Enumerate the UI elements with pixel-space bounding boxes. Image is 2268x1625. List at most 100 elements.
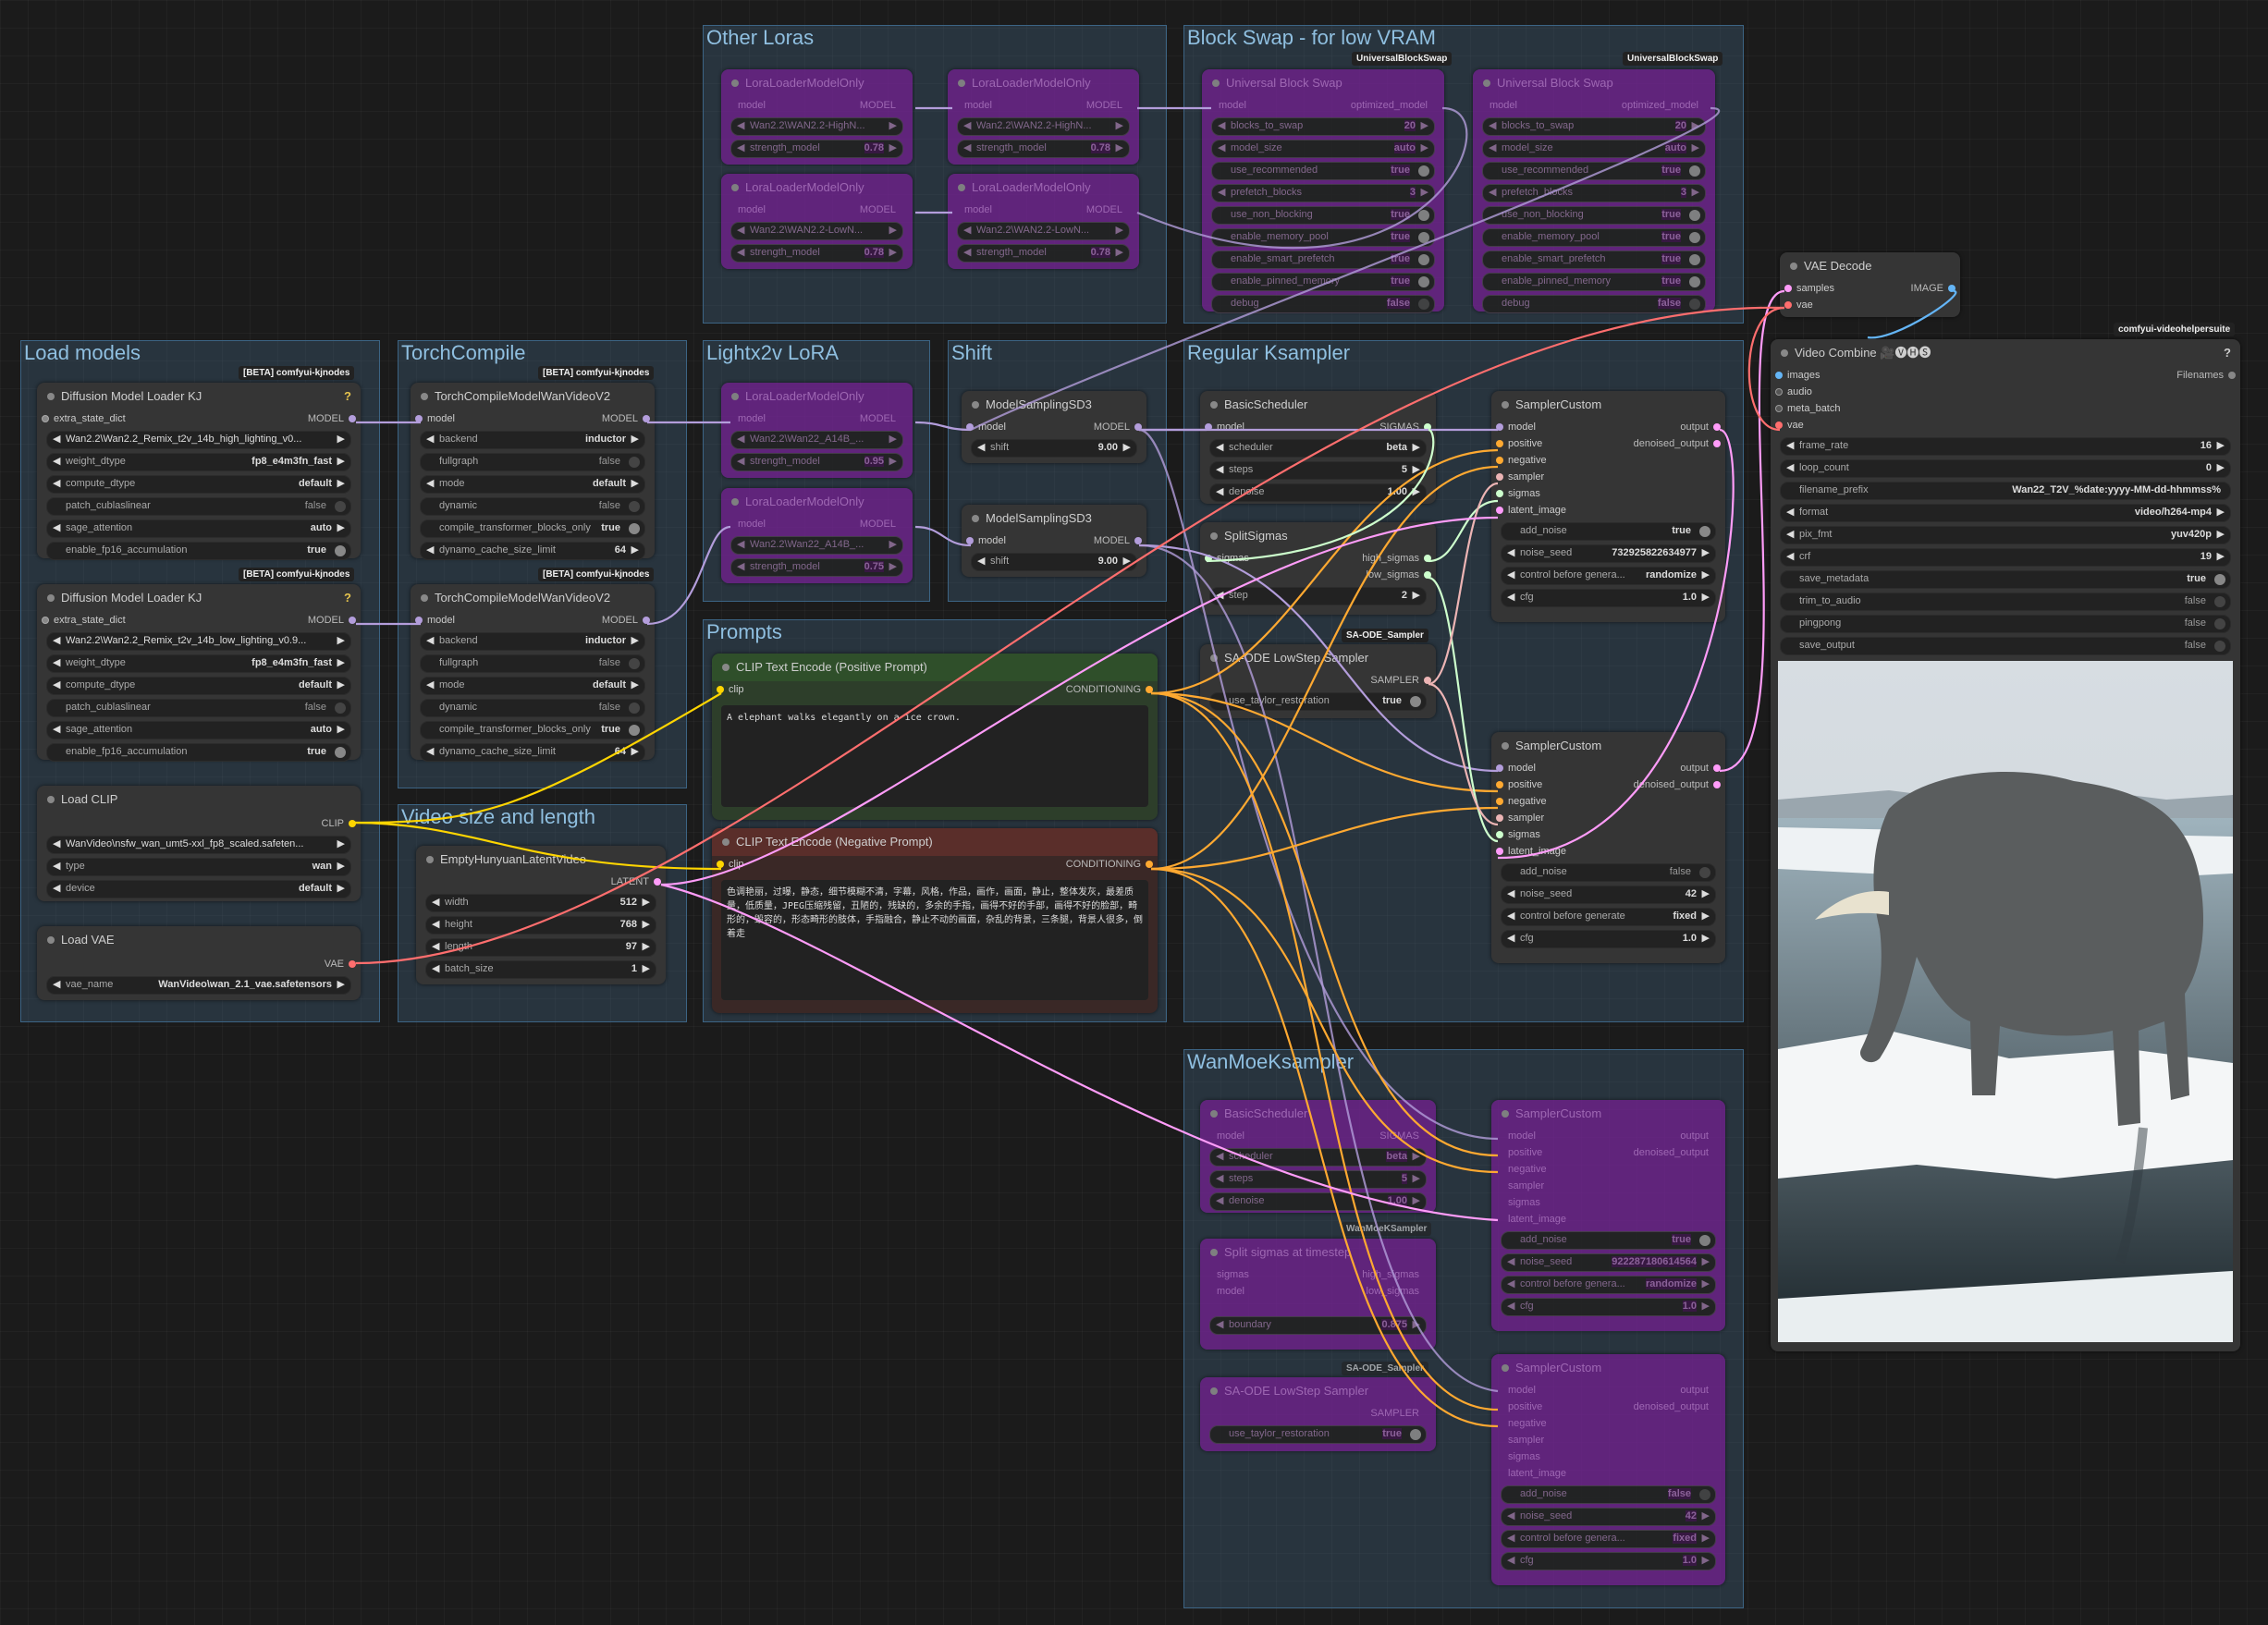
enable-memory-pool-toggle[interactable]: enable_memory_pool true [1482,228,1706,247]
use-non-blocking-toggle[interactable]: use_non_blocking true [1482,206,1706,225]
socket-model-out[interactable]: MODEL [1094,419,1130,435]
denoise-field[interactable]: ◀ denoise 1.00 ▶ [1209,1192,1427,1211]
socket-vae-out[interactable]: VAE [325,956,344,972]
socket-sampler-in[interactable]: sampler [1508,810,1544,826]
length-field[interactable]: ◀ length 97 ▶ [425,938,656,957]
socket-optimized-model-out[interactable]: optimized_model [1622,97,1698,114]
noise-seed-field[interactable]: ◀ noise_seed 42 ▶ [1501,1508,1716,1526]
socket-sigmas-in[interactable]: sigmas [1508,485,1540,502]
weight-dtype-combo[interactable]: ◀ weight_dtype fp8_e4m3fn_fast ▶ [46,453,351,471]
format-combo[interactable]: ◀ format video/h264-mp4 ▶ [1780,504,2231,522]
socket-model-out[interactable]: MODEL [308,612,344,629]
socket-image-out[interactable]: IMAGE [1911,280,1943,297]
model-name-combo[interactable]: ◀ Wan2.2\Wan2.2_Remix_t2v_14b_high_lighti… [46,431,351,449]
patch-cublaslinear-toggle[interactable]: patch_cublaslinear false [46,699,351,717]
socket-extra-state-dict[interactable]: extra_state_dict [54,410,126,427]
socket-sampler-in[interactable]: sampler [1508,1178,1544,1194]
socket-sampler-in[interactable]: sampler [1508,469,1544,485]
sa-ode-sampler-node[interactable]: SA-ODE LowStep Sampler SAMPLER use_taylo… [1200,644,1436,718]
cfg-field[interactable]: ◀ cfg 1.0 ▶ [1501,1552,1716,1570]
lora-loader-node[interactable]: LoraLoaderModelOnly model MODEL ◀ Wan2.2\W… [721,69,913,165]
socket-sampler-out[interactable]: SAMPLER [1370,672,1419,689]
socket-model-out[interactable]: MODEL [308,410,344,427]
wanmoe-sampler-custom-high[interactable]: SamplerCustom model output positive denois… [1491,1100,1725,1331]
steps-field[interactable]: ◀ steps 5 ▶ [1209,1170,1427,1189]
socket-filenames-out[interactable]: Filenames [2176,367,2224,384]
negative-prompt-node[interactable]: CLIP Text Encode (Negative Prompt) clip C… [712,828,1158,1013]
socket-model-in[interactable]: model [427,612,455,629]
sage-attention-combo[interactable]: ◀ sage_attention auto ▶ [46,721,351,739]
lora-name-combo[interactable]: ◀ Wan2.2\WAN2.2-HighN... ▶ [730,117,903,136]
add-noise-toggle[interactable]: add_noise false [1501,1485,1716,1504]
basic-scheduler-node[interactable]: BasicScheduler model SIGMAS ◀ scheduler bet… [1200,391,1436,504]
strength-model-field[interactable]: ◀ strength_model 0.78 ▶ [730,140,903,158]
socket-meta-batch-in[interactable]: meta_batch [1787,400,1840,417]
torch-compile-node-high[interactable]: TorchCompileModelWanVideoV2 model MODEL ◀… [411,383,655,560]
socket-sampler-out[interactable]: SAMPLER [1370,1405,1419,1422]
crf-field[interactable]: ◀ crf 19 ▶ [1780,548,2231,567]
compute-dtype-combo[interactable]: ◀ compute_dtype default ▶ [46,677,351,695]
fullgraph-toggle[interactable]: fullgraph false [420,654,645,673]
socket-high-sigmas-out[interactable]: high_sigmas [1362,1266,1419,1283]
socket-latent-in[interactable]: latent_image [1508,1465,1566,1482]
control-before-generate-combo[interactable]: ◀ control before generate fixed ▶ [1501,908,1716,926]
socket-images-in[interactable]: images [1787,367,1820,384]
socket-conditioning-out[interactable]: CONDITIONING [1066,856,1141,873]
socket-samples-in[interactable]: samples [1796,280,1834,297]
lora-name-combo[interactable]: ◀ Wan2.2\WAN2.2-HighN... ▶ [957,117,1130,136]
steps-field[interactable]: ◀ steps 5 ▶ [1209,461,1427,480]
split-sigmas-node[interactable]: SplitSigmas sigmas high_sigmas low_sigmas… [1200,522,1436,615]
socket-conditioning-out[interactable]: CONDITIONING [1066,681,1141,698]
sampler-custom-low[interactable]: SamplerCustom model output positive denois… [1491,732,1725,963]
scheduler-combo[interactable]: ◀ scheduler beta ▶ [1209,439,1427,458]
denoise-field[interactable]: ◀ denoise 1.00 ▶ [1209,483,1427,502]
enable-pinned-memory-toggle[interactable]: enable_pinned_memory true [1482,273,1706,291]
diffusion-model-loader-high[interactable]: Diffusion Model Loader KJ? extra_state_d… [37,383,361,560]
help-icon[interactable]: ? [344,591,351,605]
socket-clip-out[interactable]: CLIP [322,815,344,832]
wanmoe-sa-ode-sampler-node[interactable]: SA-ODE LowStep Sampler SAMPLER use_taylo… [1200,1377,1436,1451]
height-field[interactable]: ◀ height 768 ▶ [425,916,656,935]
patch-cublaslinear-toggle[interactable]: patch_cublaslinear false [46,497,351,516]
blocks-to-swap-field[interactable]: ◀ blocks_to_swap 20 ▶ [1211,117,1435,136]
control-before-generate-combo[interactable]: ◀ control before genera... randomize ▶ [1501,1276,1716,1294]
socket-clip-in[interactable]: clip [729,856,744,873]
enable-memory-pool-toggle[interactable]: enable_memory_pool true [1211,228,1435,247]
socket-sigmas-in[interactable]: sigmas [1217,550,1249,567]
strength-model-field[interactable]: ◀ strength_model 0.78 ▶ [730,244,903,263]
prefetch-blocks-field[interactable]: ◀ prefetch_blocks 3 ▶ [1211,184,1435,202]
taylor-restoration-toggle[interactable]: use_taylor_restoration true [1209,1425,1427,1444]
sampler-custom-high[interactable]: SamplerCustom model output positive denois… [1491,391,1725,622]
noise-seed-field[interactable]: ◀ noise_seed 732925822634977 ▶ [1501,544,1716,563]
socket-negative-in[interactable]: negative [1508,452,1547,469]
weight-dtype-combo[interactable]: ◀ weight_dtype fp8_e4m3fn_fast ▶ [46,654,351,673]
use-recommended-toggle[interactable]: use_recommended true [1482,162,1706,180]
cache-size-limit-field[interactable]: ◀ dynamo_cache_size_limit 64 ▶ [420,743,645,762]
trim-to-audio-toggle[interactable]: trim_to_audio false [1780,593,2231,611]
socket-model-in[interactable]: model [738,202,766,218]
socket-sigmas-in[interactable]: sigmas [1508,826,1540,843]
enable-smart-prefetch-toggle[interactable]: enable_smart_prefetch true [1211,250,1435,269]
control-before-generate-combo[interactable]: ◀ control before genera... fixed ▶ [1501,1530,1716,1548]
strength-model-field[interactable]: ◀ strength_model 0.95 ▶ [730,453,903,471]
negative-prompt-text[interactable]: 色调艳丽，过曝，静态，细节模糊不清，字幕，风格，作品，画作，画面，静止，整体发灰… [721,880,1148,1000]
pingpong-toggle[interactable]: pingpong false [1780,615,2231,633]
socket-model-out[interactable]: MODEL [860,516,896,532]
socket-model-in[interactable]: model [738,516,766,532]
clip-name-combo[interactable]: ◀ WanVideo\nsfw_wan_umt5-xxl_fp8_scaled.s… [46,836,351,854]
lora-loader-node[interactable]: LoraLoaderModelOnly model MODEL ◀ Wan2.2\W… [948,69,1139,165]
lora-name-combo[interactable]: ◀ Wan2.2\Wan22_A14B_... ▶ [730,431,903,449]
socket-positive-in[interactable]: positive [1508,776,1542,793]
backend-combo[interactable]: ◀ backend inductor ▶ [420,431,645,449]
socket-model-in[interactable]: model [964,97,992,114]
wanmoe-sampler-custom-low[interactable]: SamplerCustom model output positive denois… [1491,1354,1725,1585]
help-icon[interactable]: ? [344,389,351,403]
diffusion-model-loader-low[interactable]: Diffusion Model Loader KJ? extra_state_d… [37,584,361,762]
lightx2v-lora-node-low[interactable]: LoraLoaderModelOnly model MODEL ◀ Wan2.2\W… [721,488,913,583]
socket-model-out[interactable]: MODEL [860,97,896,114]
blocks-to-swap-field[interactable]: ◀ blocks_to_swap 20 ▶ [1482,117,1706,136]
frame-rate-field[interactable]: ◀ frame_rate 16 ▶ [1780,437,2231,456]
noise-seed-field[interactable]: ◀ noise_seed 922287180614564 ▶ [1501,1253,1716,1272]
socket-model-in[interactable]: model [1217,1283,1244,1300]
compile-blocks-only-toggle[interactable]: compile_transformer_blocks_only true [420,519,645,538]
